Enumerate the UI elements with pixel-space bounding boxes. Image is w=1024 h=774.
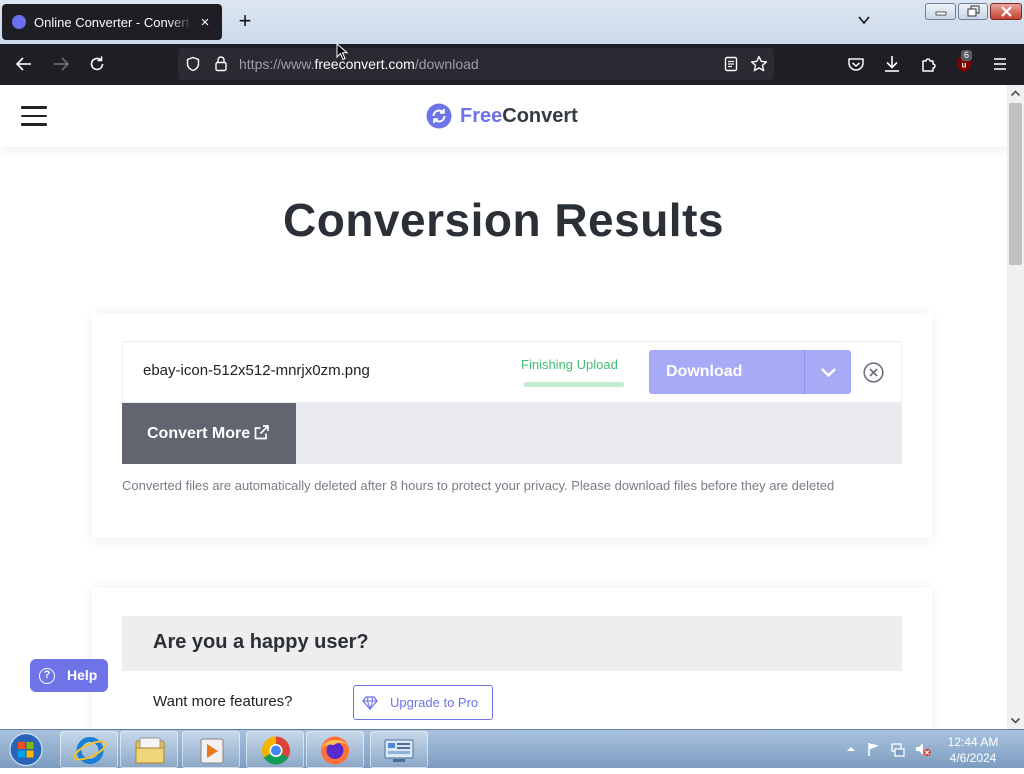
chrome-icon <box>262 736 290 765</box>
close-icon <box>1001 6 1012 17</box>
navigation-toolbar: https://www.freeconvert.com/download u <box>0 44 1024 85</box>
upload-progress-fill <box>524 382 624 387</box>
scroll-thumb[interactable] <box>1009 103 1022 265</box>
action-center-flag-icon[interactable] <box>866 741 882 757</box>
network-icon[interactable] <box>890 741 906 757</box>
tab-strip: Online Converter - Convert Ima × + <box>0 0 1024 44</box>
app-menu-icon[interactable] <box>990 54 1010 74</box>
upload-status: Finishing Upload <box>521 357 618 372</box>
tab-close-icon[interactable]: × <box>198 14 212 31</box>
clock-time: 12:44 AM <box>947 735 999 749</box>
url-prefix: https://www. <box>239 56 315 72</box>
happy-user-card: Are you a happy user? Want more features… <box>92 588 932 729</box>
internet-explorer-icon <box>73 737 107 764</box>
windows-start-button-icon[interactable] <box>4 731 48 768</box>
taskbar-clock[interactable]: 12:44 AM 4/6/2024 <box>940 734 1006 766</box>
restore-icon <box>967 5 980 17</box>
folder-icon <box>135 737 165 764</box>
external-link-icon <box>254 425 269 440</box>
taskbar-chrome[interactable] <box>246 731 304 768</box>
upgrade-label: Upgrade to Pro <box>390 695 479 710</box>
upgrade-to-pro-button[interactable]: Upgrade to Pro <box>353 685 493 720</box>
help-button[interactable]: ? Help <box>30 659 108 692</box>
url-path: /download <box>414 56 479 72</box>
happy-user-header: Are you a happy user? <box>122 616 902 671</box>
extension-badge: 6 <box>961 50 973 61</box>
downloads-icon[interactable] <box>882 54 902 74</box>
list-all-tabs-icon[interactable] <box>856 12 872 28</box>
hamburger-menu-icon[interactable] <box>21 106 47 126</box>
new-tab-button[interactable]: + <box>234 10 256 32</box>
page-scrollbar[interactable] <box>1007 85 1024 729</box>
freeconvert-logo-icon <box>426 103 452 129</box>
lock-icon[interactable] <box>213 55 229 72</box>
extensions-icon[interactable] <box>919 54 939 74</box>
chevron-down-icon <box>821 368 836 378</box>
volume-muted-icon[interactable] <box>915 741 931 757</box>
taskbar-control-panel[interactable] <box>370 731 428 768</box>
close-window-button[interactable] <box>990 3 1022 20</box>
conversion-results-card: ebay-icon-512x512-mnrjx0zm.png Finishing… <box>92 313 932 538</box>
logo-text-convert: Convert <box>502 104 578 127</box>
forward-icon[interactable] <box>51 54 71 74</box>
logo-text-free: Free <box>460 104 503 127</box>
scroll-up-arrow-icon[interactable] <box>1007 85 1024 102</box>
media-player-icon <box>200 738 224 764</box>
tab-title: Online Converter - Convert Ima <box>34 14 192 30</box>
control-panel-icon <box>384 739 414 762</box>
scroll-down-arrow-icon[interactable] <box>1007 712 1024 729</box>
taskbar-media-player[interactable] <box>182 731 240 768</box>
taskbar: 12:44 AM 4/6/2024 <box>0 729 1024 768</box>
minimize-window-button[interactable] <box>925 3 956 20</box>
pocket-icon[interactable] <box>846 54 866 74</box>
site-header: Free Convert <box>0 85 1007 147</box>
clock-date: 4/6/2024 <box>949 751 997 765</box>
convert-more-button[interactable]: Convert More <box>122 403 296 464</box>
back-icon[interactable] <box>14 54 34 74</box>
bookmark-star-icon[interactable] <box>750 55 768 73</box>
file-name: ebay-icon-512x512-mnrjx0zm.png <box>143 362 370 379</box>
url-domain: freeconvert.com <box>314 56 415 72</box>
firefox-icon <box>321 736 349 765</box>
diamond-icon <box>362 696 378 710</box>
upload-progress-bar <box>524 382 624 387</box>
browser-tab[interactable]: Online Converter - Convert Ima × <box>2 4 222 40</box>
action-row: Convert More <box>122 403 902 464</box>
remove-file-icon[interactable] <box>863 362 884 383</box>
taskbar-file-explorer[interactable] <box>120 731 178 768</box>
address-bar[interactable]: https://www.freeconvert.com/download <box>178 48 774 80</box>
url-text: https://www.freeconvert.com/download <box>239 56 479 72</box>
svg-text:u: u <box>962 61 967 70</box>
freeconvert-favicon-icon <box>12 15 26 29</box>
happy-user-title: Are you a happy user? <box>153 631 369 653</box>
taskbar-firefox[interactable] <box>306 731 364 768</box>
question-mark-icon: ? <box>39 668 55 684</box>
reader-view-icon[interactable] <box>723 56 739 72</box>
download-button[interactable]: Download <box>649 350 804 394</box>
mouse-cursor-icon <box>336 43 348 61</box>
restore-window-button[interactable] <box>958 3 988 20</box>
shield-icon[interactable] <box>185 56 201 72</box>
convert-more-label: Convert More <box>147 425 251 442</box>
features-prompt: Want more features? <box>153 693 293 710</box>
site-logo[interactable]: Free Convert <box>426 103 578 129</box>
web-page: Free Convert Conversion Results ebay-icon… <box>0 85 1007 729</box>
reload-icon[interactable] <box>87 54 107 74</box>
help-label: Help <box>67 667 98 683</box>
download-options-button[interactable] <box>804 350 851 394</box>
page-title: Conversion Results <box>283 194 724 246</box>
privacy-note: Converted files are automatically delete… <box>122 478 835 493</box>
minimize-icon <box>935 11 947 16</box>
taskbar-internet-explorer[interactable] <box>60 731 118 768</box>
show-hidden-icons-icon[interactable] <box>843 741 859 757</box>
file-row: ebay-icon-512x512-mnrjx0zm.png Finishing… <box>122 341 902 403</box>
